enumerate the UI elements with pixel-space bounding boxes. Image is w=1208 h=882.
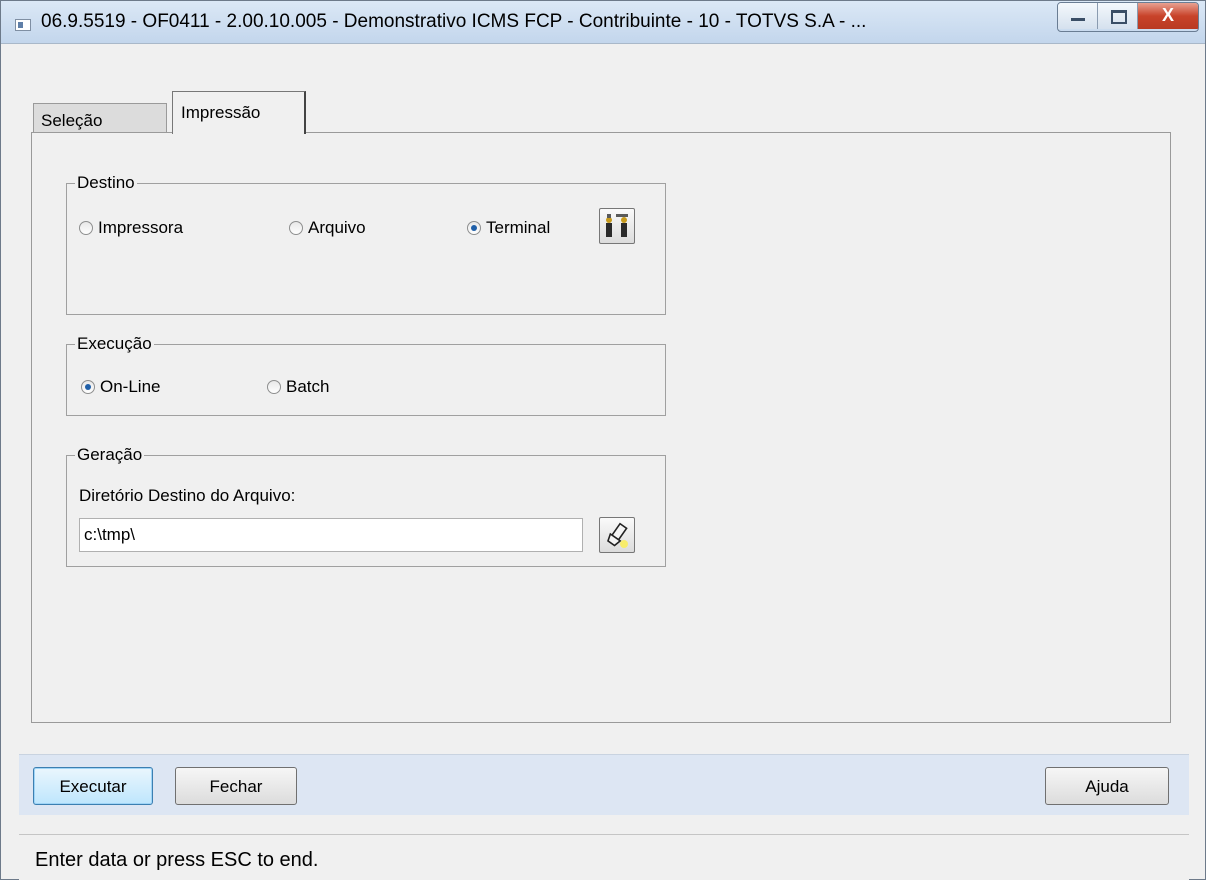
- minimize-icon[interactable]: [1058, 3, 1098, 29]
- radio-batch-label: Batch: [286, 377, 330, 396]
- tab-panel-impressao: Destino Impressora Arquivo Terminal Exec…: [31, 132, 1171, 723]
- maximize-icon[interactable]: [1098, 3, 1138, 29]
- radio-terminal[interactable]: Terminal: [467, 218, 550, 238]
- radio-arquivo[interactable]: Arquivo: [289, 218, 366, 238]
- radio-impressora-label: Impressora: [98, 218, 184, 237]
- geracao-group: Geração Diretório Destino do Arquivo:: [66, 445, 666, 567]
- title-bar[interactable]: 06.9.5519 - OF0411 - 2.00.10.005 - Demon…: [1, 1, 1205, 44]
- window-title: 06.9.5519 - OF0411 - 2.00.10.005 - Demon…: [41, 11, 867, 32]
- execucao-legend: Execução: [75, 334, 154, 354]
- app-icon[interactable]: [15, 19, 31, 31]
- radio-impressora[interactable]: Impressora: [79, 218, 183, 238]
- close-button[interactable]: Fechar: [175, 767, 297, 805]
- radio-online[interactable]: On-Line: [81, 377, 160, 397]
- printer-setup-icon: [606, 214, 628, 237]
- tab-impressao[interactable]: Impressão: [172, 91, 306, 134]
- radio-arquivo-circle[interactable]: [289, 221, 303, 235]
- help-button[interactable]: Ajuda: [1045, 767, 1169, 805]
- geracao-legend: Geração: [75, 445, 145, 465]
- radio-terminal-circle[interactable]: [467, 221, 481, 235]
- directory-input[interactable]: [79, 518, 583, 552]
- close-icon[interactable]: X: [1138, 3, 1198, 29]
- status-bar: Enter data or press ESC to end.: [19, 834, 1189, 880]
- directory-field-label: Diretório Destino do Arquivo:: [79, 486, 296, 505]
- execute-button[interactable]: Executar: [33, 767, 153, 805]
- radio-online-circle[interactable]: [81, 380, 95, 394]
- main-content: Seleção Impressão Destino Impressora Arq…: [19, 59, 1189, 834]
- radio-online-label: On-Line: [100, 377, 161, 396]
- browse-directory-button[interactable]: [599, 517, 635, 553]
- printer-setup-button[interactable]: [599, 208, 635, 244]
- radio-batch[interactable]: Batch: [267, 377, 329, 397]
- app-window: 06.9.5519 - OF0411 - 2.00.10.005 - Demon…: [0, 0, 1206, 880]
- radio-terminal-label: Terminal: [486, 218, 551, 237]
- radio-arquivo-label: Arquivo: [308, 218, 366, 237]
- tab-selecao[interactable]: Seleção: [33, 103, 167, 133]
- destino-group: Destino Impressora Arquivo Terminal: [66, 173, 666, 315]
- radio-impressora-circle[interactable]: [79, 221, 93, 235]
- button-bar: Executar Fechar Ajuda: [19, 754, 1189, 815]
- radio-batch-circle[interactable]: [267, 380, 281, 394]
- destino-legend: Destino: [75, 173, 137, 193]
- window-controls: X: [1057, 2, 1199, 32]
- execucao-group: Execução On-Line Batch: [66, 334, 666, 416]
- flashlight-search-icon: [607, 522, 628, 548]
